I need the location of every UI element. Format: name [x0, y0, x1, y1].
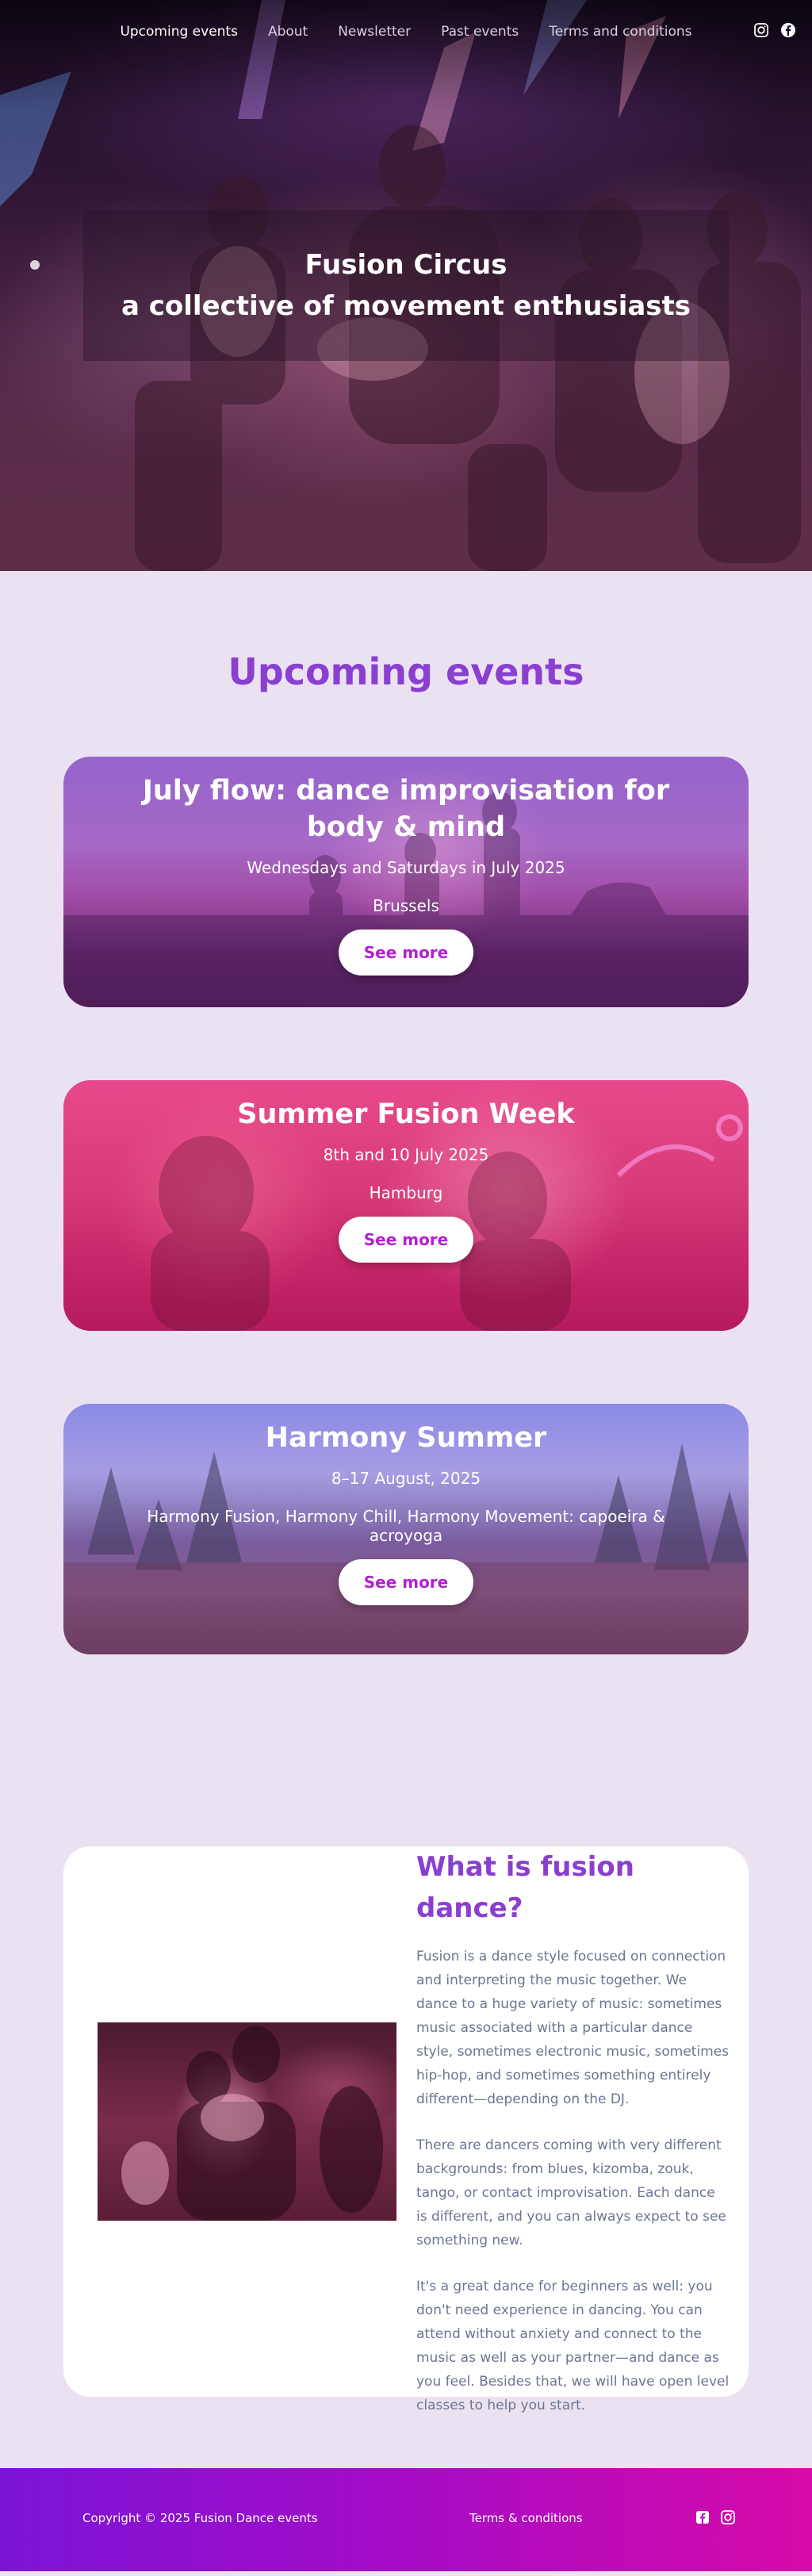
event-list: July flow: dance improvisation for body …	[0, 757, 812, 1654]
fusion-paragraph: There are dancers coming with very diffe…	[416, 2137, 726, 2248]
event-location: Brussels	[373, 896, 439, 915]
nav-links: Upcoming events About Newsletter Past ev…	[120, 24, 691, 40]
footer-social	[695, 2509, 736, 2525]
event-card-content: Harmony Summer 8–17 August, 2025 Harmony…	[63, 1404, 749, 1605]
fusion-card: What is fusion dance? Fusion is a dance …	[63, 1846, 749, 2413]
event-card-july-flow: July flow: dance improvisation for body …	[63, 757, 749, 1007]
nav-item-newsletter[interactable]: Newsletter	[338, 24, 411, 40]
main-nav: Upcoming events About Newsletter Past ev…	[0, 0, 812, 63]
fusion-section: What is fusion dance? Fusion is a dance …	[0, 1727, 812, 2468]
event-card-content: July flow: dance improvisation for body …	[63, 757, 749, 976]
event-card-summer-fusion-week: Summer Fusion Week 8th and 10 July 2025 …	[63, 1080, 749, 1331]
see-more-button[interactable]: See more	[339, 1217, 473, 1263]
fusion-dance-photo	[98, 2022, 396, 2221]
hero-title-box: Fusion Circus a collective of movement e…	[83, 210, 729, 361]
event-title: Harmony Summer	[265, 1422, 547, 1454]
nav-item-about[interactable]: About	[268, 24, 308, 40]
footer-terms-link[interactable]: Terms & conditions	[469, 2511, 583, 2525]
event-title: Summer Fusion Week	[237, 1098, 575, 1130]
event-card-harmony-summer: Harmony Summer 8–17 August, 2025 Harmony…	[63, 1404, 749, 1654]
footer: Copyright © 2025 Fusion Dance events Ter…	[0, 2468, 812, 2571]
fusion-paragraph: Fusion is a dance style focused on conne…	[416, 1949, 730, 2107]
facebook-icon[interactable]	[695, 2509, 710, 2525]
event-location: Harmony Fusion, Harmony Chill, Harmony M…	[147, 1507, 665, 1545]
nav-item-upcoming-events[interactable]: Upcoming events	[120, 24, 238, 40]
hero-title: Fusion Circus	[304, 249, 508, 281]
fusion-text: What is fusion dance? Fusion is a dance …	[416, 1846, 730, 2417]
upcoming-events-section: Upcoming events July flow: dance improvi…	[0, 571, 812, 1654]
fusion-paragraph: It's a great dance for beginners as well…	[416, 2279, 730, 2413]
upcoming-events-heading: Upcoming events	[228, 650, 584, 693]
event-date: 8–17 August, 2025	[331, 1469, 481, 1488]
facebook-icon[interactable]	[780, 22, 796, 38]
instagram-icon[interactable]	[753, 22, 769, 38]
see-more-button[interactable]: See more	[339, 1559, 473, 1605]
copyright-text: Copyright © 2025 Fusion Dance events	[82, 2511, 318, 2525]
event-date: 8th and 10 July 2025	[323, 1145, 489, 1164]
hero-section: Upcoming events About Newsletter Past ev…	[0, 0, 812, 571]
event-title: July flow: dance improvisation for body …	[142, 775, 670, 843]
nav-social	[753, 22, 796, 38]
fusion-title: What is fusion dance?	[416, 1851, 634, 1924]
instagram-icon[interactable]	[720, 2509, 736, 2525]
see-more-button[interactable]: See more	[339, 930, 473, 976]
event-card-content: Summer Fusion Week 8th and 10 July 2025 …	[63, 1080, 749, 1263]
event-location: Hamburg	[369, 1183, 443, 1202]
hero-subtitle: a collective of movement enthusiasts	[121, 290, 691, 322]
nav-item-terms[interactable]: Terms and conditions	[549, 24, 691, 40]
event-date: Wednesdays and Saturdays in July 2025	[247, 858, 565, 877]
nav-item-past-events[interactable]: Past events	[441, 24, 519, 40]
